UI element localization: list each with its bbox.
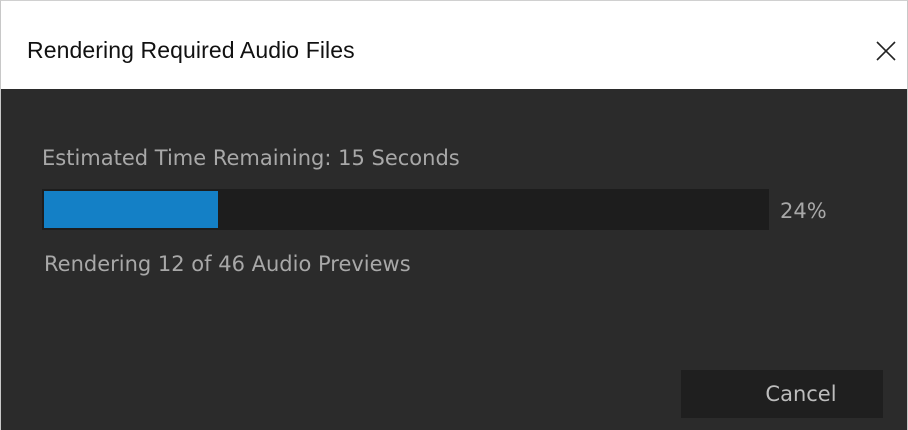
cancel-button[interactable]: Cancel (681, 370, 883, 418)
render-status-text: Rendering 12 of 46 Audio Previews (44, 252, 411, 276)
dialog-content: Estimated Time Remaining: 15 Seconds 24%… (1, 89, 907, 430)
close-icon (876, 41, 896, 61)
close-button[interactable] (865, 23, 907, 79)
render-dialog: Rendering Required Audio Files Estimated… (0, 0, 908, 430)
progress-bar-fill (44, 191, 218, 228)
title-bar: Rendering Required Audio Files (1, 1, 907, 89)
progress-percent: 24% (780, 199, 827, 223)
time-remaining-label: Estimated Time Remaining: 15 Seconds (42, 146, 460, 170)
dialog-title: Rendering Required Audio Files (27, 37, 355, 63)
progress-bar (42, 189, 769, 230)
